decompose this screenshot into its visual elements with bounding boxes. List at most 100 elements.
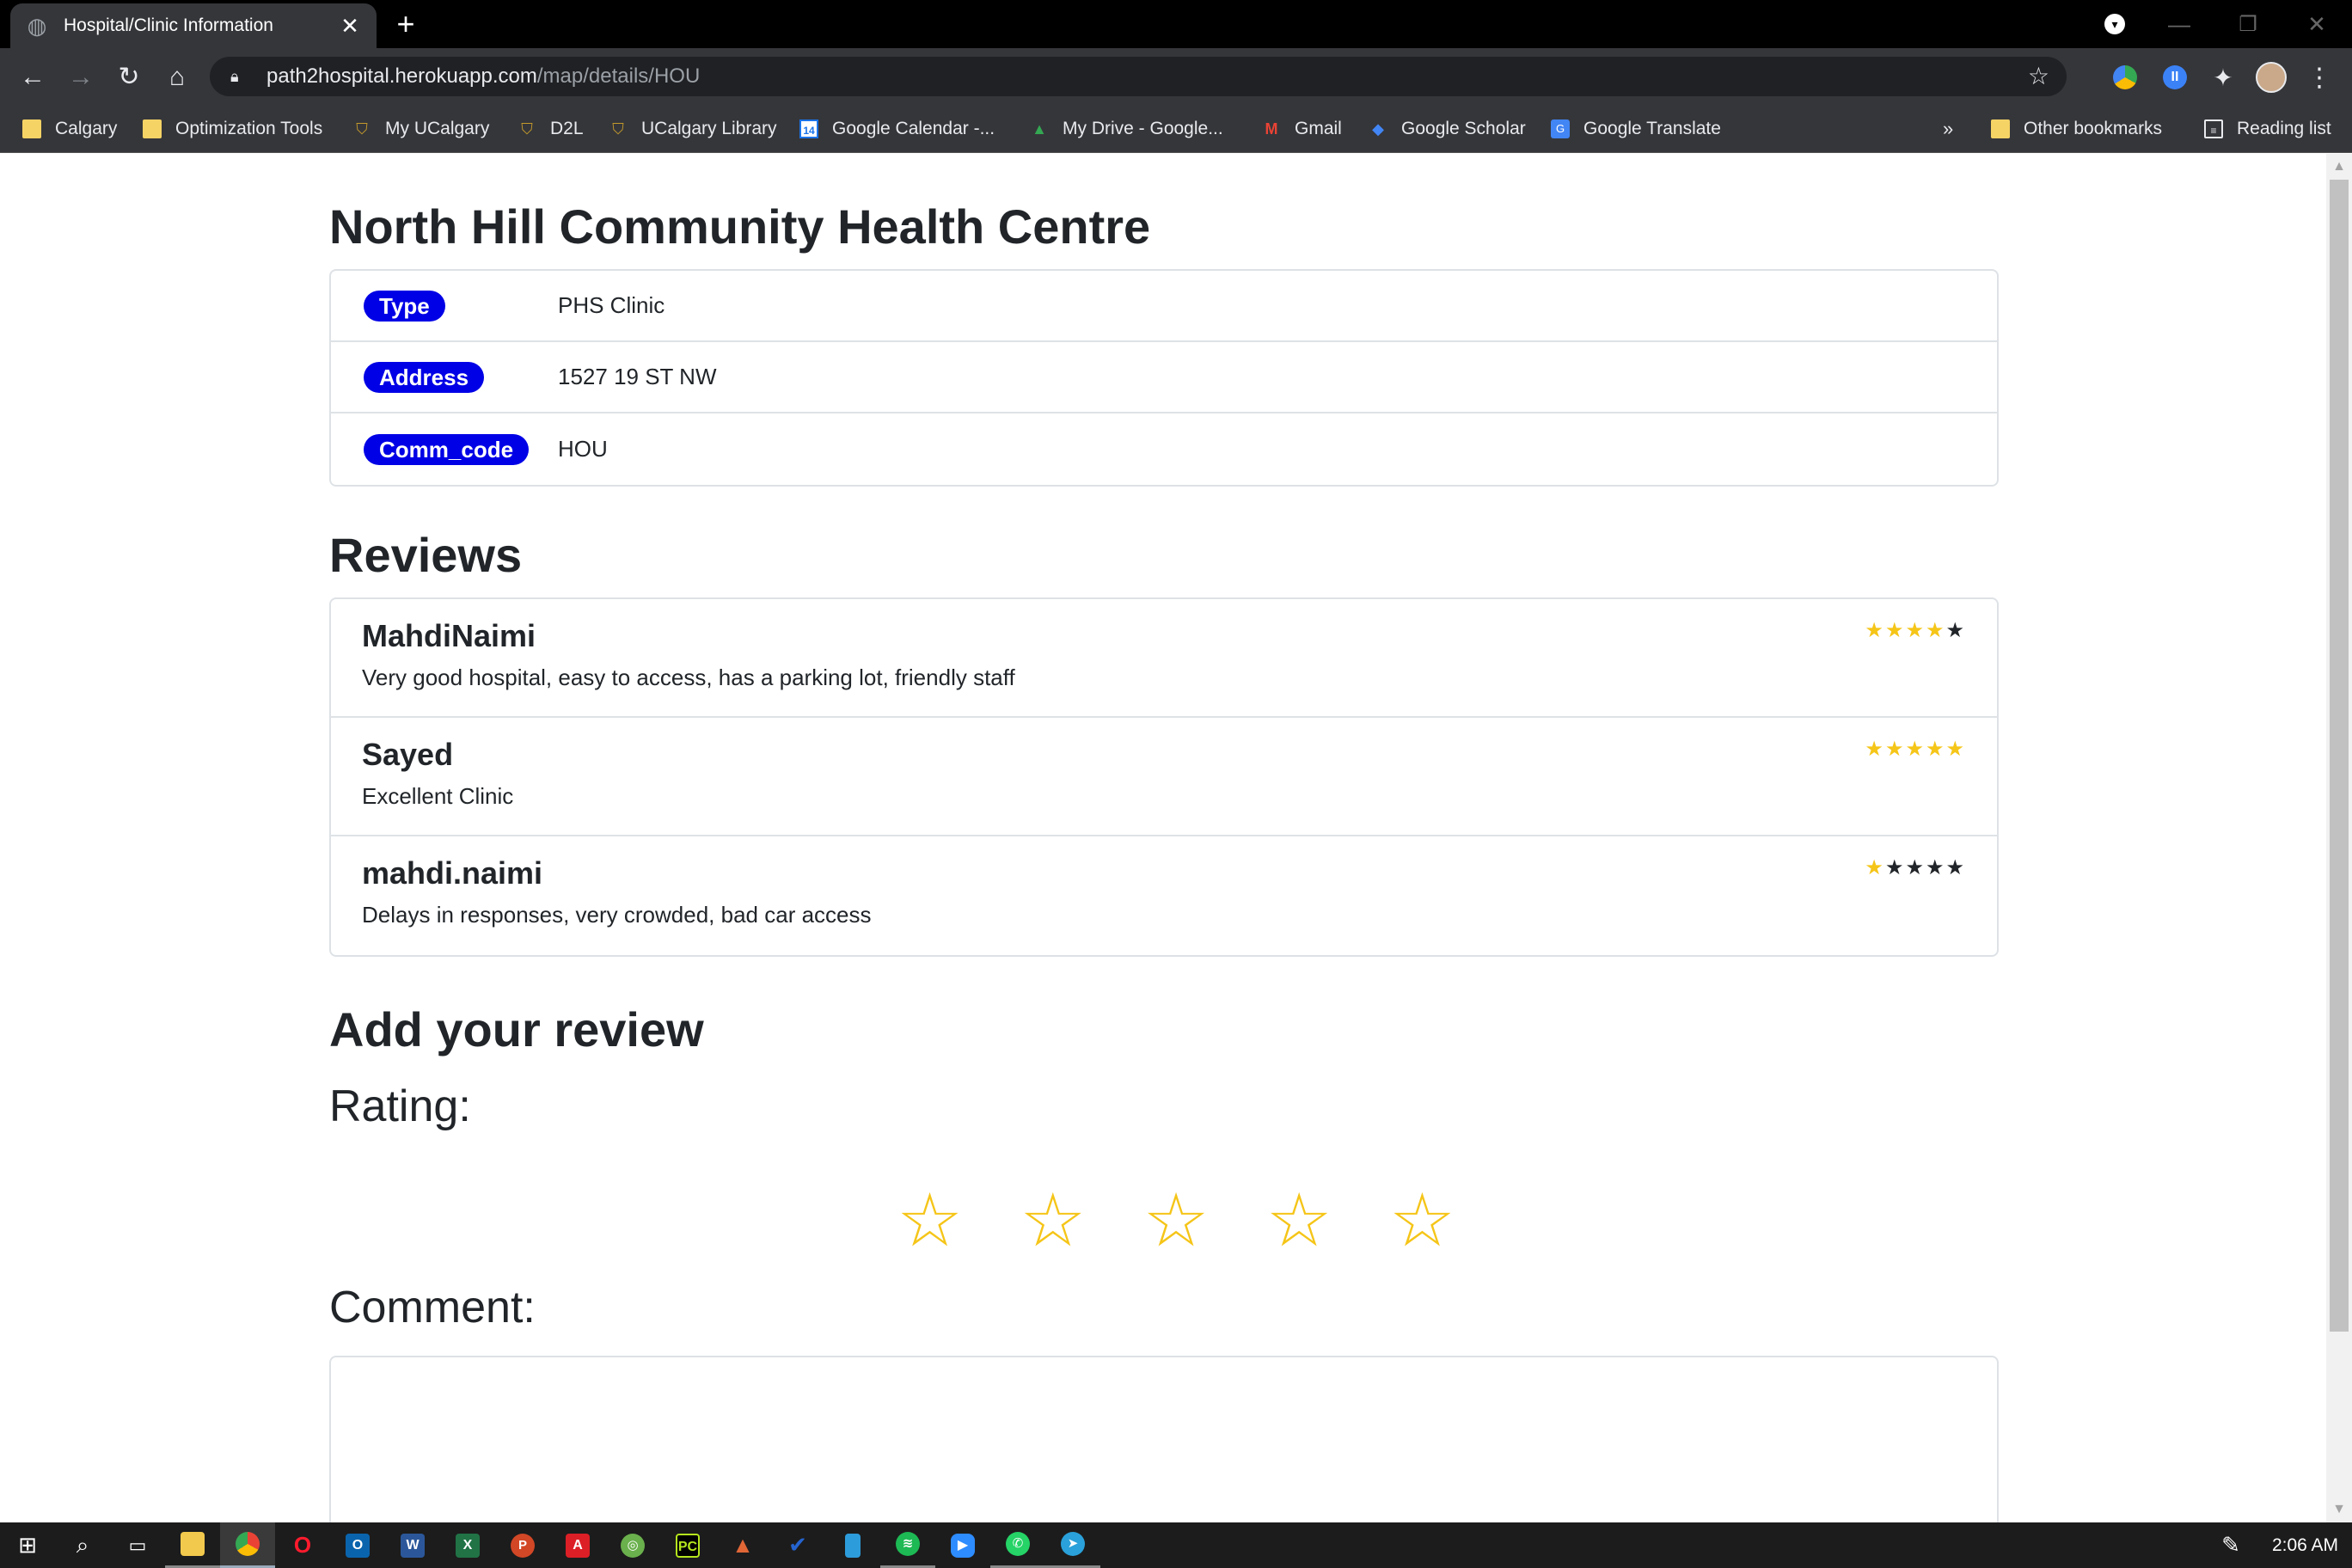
task-view-button[interactable]: ▭ — [110, 1522, 165, 1568]
taskbar-file-explorer[interactable] — [165, 1522, 220, 1568]
search-button[interactable]: ⌕ — [55, 1522, 110, 1568]
taskbar-outlook[interactable]: O — [330, 1522, 385, 1568]
profile-avatar[interactable] — [2254, 60, 2288, 95]
bookmarks-bar: Calgary Optimization Tools ⛉ My UCalgary … — [0, 105, 2352, 153]
folder-icon — [1991, 119, 2010, 138]
taskbar-pycharm[interactable]: PC — [660, 1522, 715, 1568]
taskbar-spotify[interactable]: ≋ — [880, 1522, 935, 1568]
pen-icon[interactable]: ✎ — [2209, 1522, 2252, 1568]
review-item: Sayed Excellent Clinic ★★★★★ — [331, 718, 1997, 836]
star-empty-icon: ★ — [1925, 856, 1946, 879]
taskbar-todo[interactable]: ✔ — [770, 1522, 825, 1568]
rating-input: ☆ ☆ ☆ ☆ ☆ — [897, 1182, 1455, 1259]
review-comment: Excellent Clinic — [362, 783, 514, 809]
new-tab-button[interactable]: + — [389, 7, 423, 41]
scrollbar-thumb[interactable] — [2330, 180, 2349, 1332]
bookmark-label: Google Calendar -... — [832, 119, 995, 138]
info-row-comm-code: Comm_code HOU — [331, 413, 1997, 485]
bookmark-d2l[interactable]: ⛉ D2L — [518, 105, 584, 153]
bookmark-ucalgary-library[interactable]: ⛉ UCalgary Library — [609, 105, 776, 153]
bookmark-label: Calgary — [55, 119, 118, 138]
taskbar-zoom[interactable]: ▶ — [935, 1522, 990, 1568]
taskbar-matlab[interactable]: ▲ — [715, 1522, 770, 1568]
menu-icon[interactable]: ⋮ — [2302, 60, 2337, 95]
window-close-button[interactable]: ✕ — [2295, 0, 2338, 48]
taskbar-telegram[interactable]: ➤ — [1045, 1522, 1100, 1568]
bookmark-gmail[interactable]: M Gmail — [1262, 105, 1342, 153]
zoom-icon: ▶ — [951, 1533, 975, 1558]
close-tab-icon[interactable]: ✕ — [339, 13, 361, 40]
forward-button[interactable]: → — [62, 58, 100, 96]
taskbar-word[interactable]: W — [385, 1522, 440, 1568]
rating-star-1-icon[interactable]: ☆ — [897, 1182, 963, 1259]
puzzle-icon[interactable]: ✦ — [2206, 60, 2240, 95]
review-rating: ★★★★★ — [1865, 855, 1966, 880]
star-filled-icon: ★ — [1865, 738, 1885, 761]
lock-icon: 🔒︎ — [230, 67, 239, 85]
back-button[interactable]: ← — [14, 58, 52, 96]
notepad-icon — [845, 1533, 861, 1558]
rating-label: Rating: — [329, 1081, 471, 1131]
app-icon: ◎ — [621, 1533, 645, 1558]
gmail-icon: M — [1265, 120, 1278, 138]
browser-tab[interactable]: ◍ Hospital/Clinic Information ✕ — [10, 3, 377, 48]
bookmark-google-scholar[interactable]: ◆ Google Scholar — [1369, 105, 1526, 153]
bookmark-label: D2L — [550, 119, 584, 138]
minimize-button[interactable]: — — [2158, 0, 2201, 48]
chevron-down-icon: ▾ — [2104, 14, 2125, 34]
bookmark-google-calendar[interactable]: 14 Google Calendar -... — [799, 105, 995, 153]
rating-star-3-icon[interactable]: ☆ — [1142, 1182, 1209, 1259]
acrobat-icon: A — [566, 1533, 590, 1558]
reload-button[interactable]: ↻ — [110, 58, 148, 96]
info-card: Type PHS Clinic Address 1527 19 ST NW Co… — [329, 269, 1999, 487]
bookmarks-overflow-button[interactable]: » — [1943, 105, 1953, 153]
star-filled-icon: ★ — [1884, 738, 1906, 761]
review-comment: Very good hospital, easy to access, has … — [362, 665, 1015, 690]
folder-icon — [22, 119, 41, 138]
rating-star-5-icon[interactable]: ☆ — [1389, 1182, 1455, 1259]
page-content: North Hill Community Health Centre Type … — [0, 154, 2326, 1522]
bookmark-label: My UCalgary — [385, 119, 490, 138]
scroll-down-icon[interactable]: ▼ — [2326, 1502, 2352, 1517]
home-button[interactable]: ⌂ — [158, 58, 196, 96]
taskbar-excel[interactable]: X — [440, 1522, 495, 1568]
taskbar-opera[interactable]: O — [275, 1522, 330, 1568]
whatsapp-icon: ✆ — [1006, 1532, 1030, 1556]
taskbar-notepad[interactable] — [825, 1522, 880, 1568]
bookmark-calgary[interactable]: Calgary — [22, 105, 117, 153]
taskbar-app[interactable]: ◎ — [605, 1522, 660, 1568]
start-button[interactable]: ⊞ — [0, 1522, 55, 1568]
taskbar-clock[interactable]: 2:06 AM — [2272, 1522, 2338, 1568]
tab-title: Hospital/Clinic Information — [64, 15, 273, 35]
star-filled-icon: ★ — [1865, 619, 1885, 642]
bookmark-optimization-tools[interactable]: Optimization Tools — [143, 105, 322, 153]
tab-search-button[interactable]: ▾ — [2098, 0, 2132, 48]
taskbar-acrobat[interactable]: A — [550, 1522, 605, 1568]
pause-extension-icon[interactable]: II — [2158, 60, 2192, 95]
ucalgary-shield-icon: ⛉ — [356, 120, 368, 138]
restore-button[interactable]: ❐ — [2226, 0, 2269, 48]
comment-textarea[interactable] — [329, 1356, 1999, 1522]
other-bookmarks-folder[interactable]: Other bookmarks — [1991, 105, 2162, 153]
rating-star-4-icon[interactable]: ☆ — [1266, 1182, 1332, 1259]
taskbar-chrome[interactable] — [220, 1522, 275, 1568]
bookmark-star-icon[interactable]: ☆ — [2028, 64, 2049, 89]
extension-icon[interactable] — [2108, 60, 2142, 95]
rating-star-2-icon[interactable]: ☆ — [1020, 1182, 1086, 1259]
bookmark-my-drive[interactable]: ▲ My Drive - Google... — [1030, 105, 1223, 153]
bookmark-google-translate[interactable]: G Google Translate — [1551, 105, 1721, 153]
word-icon: W — [401, 1533, 425, 1558]
ucalgary-shield-icon: ⛉ — [521, 120, 533, 138]
opera-icon: O — [293, 1532, 312, 1558]
review-author: Sayed — [362, 737, 454, 772]
page-scrollbar[interactable]: ▲ ▼ — [2326, 154, 2352, 1522]
add-review-heading: Add your review — [329, 1002, 704, 1057]
reading-list-icon: ≡ — [2204, 119, 2223, 138]
chrome-icon — [236, 1532, 260, 1556]
taskbar-powerpoint[interactable]: P — [495, 1522, 550, 1568]
scroll-up-icon[interactable]: ▲ — [2326, 159, 2352, 175]
reading-list-button[interactable]: ≡ Reading list — [2204, 105, 2331, 153]
address-bar[interactable]: 🔒︎ path2hospital.herokuapp.com/map/detai… — [210, 57, 2067, 96]
bookmark-my-ucalgary[interactable]: ⛉ My UCalgary — [352, 105, 489, 153]
taskbar-whatsapp[interactable]: ✆ — [990, 1522, 1045, 1568]
